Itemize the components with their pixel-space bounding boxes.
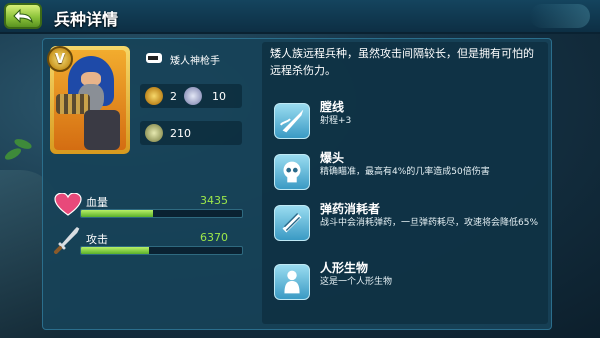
unit-type-icon: [146, 53, 162, 63]
skill-desc: 战斗中会消耗弹药，一旦弹药耗尽，攻速将会降低65%: [320, 218, 539, 228]
heart-icon: [54, 193, 82, 216]
population-icon: [184, 87, 202, 105]
portrait-body: [84, 110, 120, 150]
attack-label: 攻击: [86, 233, 108, 246]
helmet-icon: [145, 87, 163, 105]
attack-bar: [80, 246, 243, 255]
ammo-icon: [274, 205, 310, 241]
hp-bar-fill: [81, 210, 154, 217]
page-title: 兵种详情: [54, 10, 119, 29]
back-arrow-icon: [13, 8, 33, 24]
hp-value: 3435: [200, 194, 228, 207]
background-leaf: [3, 146, 23, 162]
header-bar: 兵种详情: [0, 0, 600, 34]
unit-level: 2: [170, 90, 177, 103]
unit-cost: 210: [170, 127, 191, 140]
skill-desc: 这是一个人形生物: [320, 277, 393, 287]
cost-icon: [145, 124, 163, 142]
hp-label: 血量: [86, 196, 108, 209]
unit-description: 矮人族远程兵种，虽然攻击间隔较长，但是拥有可怕的远程杀伤力。: [270, 47, 534, 77]
header-ornament: [530, 4, 590, 28]
sword-icon: [54, 226, 80, 254]
rank-badge: V: [47, 46, 73, 72]
bullet-icon: [274, 103, 310, 139]
humanoid-icon: [274, 264, 310, 300]
skill-desc: 精确瞄准，最高有4%的几率造成50倍伤害: [320, 167, 490, 177]
back-button[interactable]: [4, 3, 42, 29]
attack-value: 6370: [200, 231, 228, 244]
hp-bar: [80, 209, 243, 218]
unit-population: 10: [212, 90, 226, 103]
attack-bar-fill: [81, 247, 149, 254]
skill-desc: 射程+3: [320, 116, 352, 126]
unit-name: 矮人神枪手: [170, 56, 220, 67]
skull-icon: [274, 154, 310, 190]
